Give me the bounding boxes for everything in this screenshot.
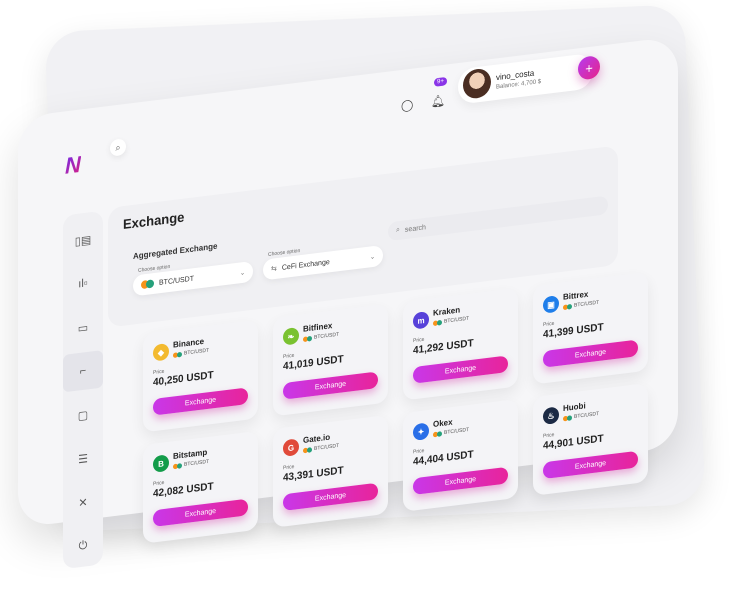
card-name: Bittrex [563, 289, 589, 302]
app-window: N ⌕ ◯ 🔔︎ 9+ vino_costa Balance: 4,700 $ … [18, 36, 678, 570]
type-select-value: CeFi Exchange [281, 258, 330, 272]
usdt-coin-icon [146, 279, 154, 289]
bitfinex-logo-icon: ❧ [283, 327, 299, 346]
chat-icon[interactable]: ◯ [401, 98, 413, 113]
bell-icon[interactable]: 🔔︎ [431, 94, 445, 109]
chevron-down-icon: ⌄ [369, 253, 375, 261]
huobi-logo-icon: ♨ [543, 406, 559, 425]
swap-icon: ⇆ [271, 265, 277, 274]
search-icon: ⌕ [396, 226, 400, 234]
pair-select-value: BTC/USDT [159, 274, 194, 287]
window-icon[interactable]: ▢ [63, 394, 103, 436]
card-name: Okex [433, 417, 453, 430]
bittrex-logo-icon: ▣ [543, 295, 559, 314]
gateio-logo-icon: G [283, 438, 299, 457]
binance-logo-icon: ◆ [153, 342, 169, 362]
search-placeholder: search [404, 223, 426, 234]
chart-icon[interactable]: ıl▫ [63, 263, 103, 305]
exchange-card: ▣ Bittrex BTC/USDT Price 41,399 USDT Exc… [533, 271, 648, 385]
exchange-icon[interactable]: ⌐ [63, 350, 103, 393]
add-button[interactable]: + [578, 55, 600, 81]
kraken-logo-icon: m [413, 311, 429, 330]
sidebar: ▯▤ ıl▫ ▭ ⌐ ▢ ☰ ✕ ⏻ [63, 210, 103, 570]
power-icon[interactable]: ⏻ [63, 525, 103, 567]
okex-logo-icon: ✦ [413, 422, 429, 441]
exchange-button[interactable]: Exchange [543, 339, 638, 368]
tilted-stage: N ⌕ ◯ 🔔︎ 9+ vino_costa Balance: 4,700 $ … [0, 0, 728, 599]
bitstamp-logo-icon: B [153, 454, 169, 473]
search-icon[interactable]: ⌕ [110, 138, 126, 157]
exchange-button[interactable]: Exchange [543, 450, 638, 480]
dashboard-icon[interactable]: ▯▤ [63, 219, 103, 261]
notification-badge: 9+ [434, 76, 447, 87]
exchange-card: ❧ Bitfinex BTC/USDT Price 41,019 USDT Ex… [273, 303, 388, 417]
exchange-button[interactable]: Exchange [283, 482, 378, 511]
exchange-button[interactable]: Exchange [413, 466, 508, 496]
app-logo: N [65, 150, 81, 179]
exchange-button[interactable]: Exchange [153, 387, 248, 416]
exchange-card: ✦ Okex BTC/USDT Price 44,404 USDT Exchan… [403, 398, 518, 512]
card-name: Kraken [433, 305, 461, 318]
exchange-button[interactable]: Exchange [153, 498, 248, 527]
chevron-down-icon: ⌄ [239, 269, 245, 277]
tools-icon[interactable]: ✕ [63, 481, 103, 523]
card-name: Huobi [563, 401, 586, 414]
list-icon[interactable]: ☰ [63, 437, 103, 479]
exchange-card: ♨ Huobi BTC/USDT Price 44,901 USDT Excha… [533, 382, 648, 496]
exchange-card: B Bitstamp BTC/USDT Price 42,082 USDT Ex… [143, 430, 258, 544]
wallet-icon[interactable]: ▭ [63, 306, 103, 348]
card-name: Gate.io [303, 432, 331, 446]
exchange-button[interactable]: Exchange [283, 371, 378, 400]
exchange-card: m Kraken BTC/USDT Price 41,292 USDT Exch… [403, 287, 518, 401]
exchange-card: G Gate.io BTC/USDT Price 43,391 USDT Exc… [273, 414, 388, 528]
exchange-button[interactable]: Exchange [413, 355, 508, 384]
exchange-card: ◆ Binance BTC/USDT Price 40,250 USDT Exc… [143, 319, 258, 433]
